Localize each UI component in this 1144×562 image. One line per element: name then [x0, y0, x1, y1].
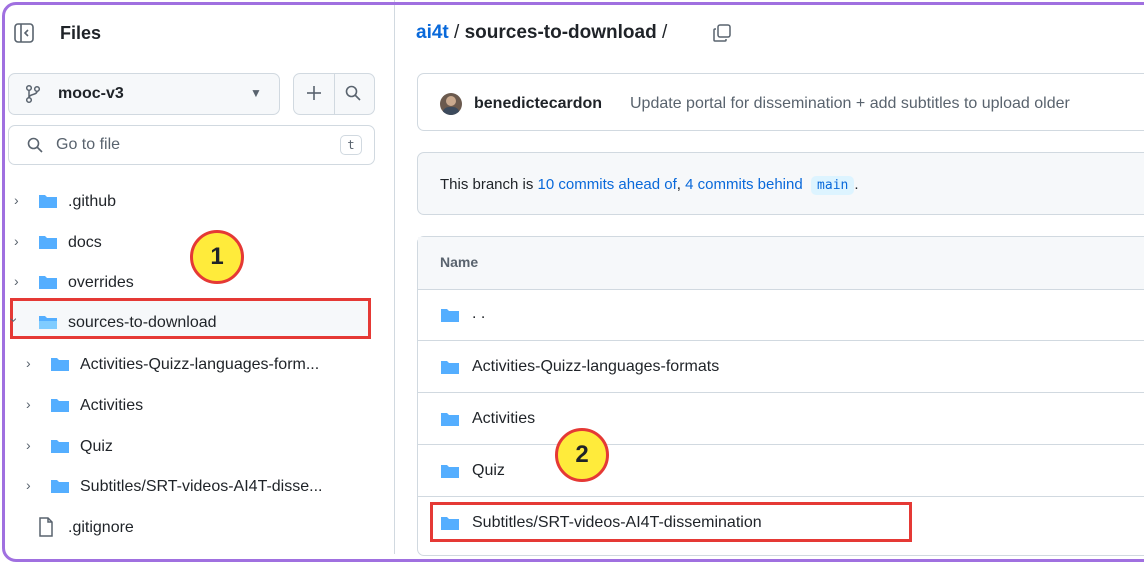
tree-item-activities[interactable]: › Activities — [20, 385, 370, 425]
chevron-right-icon: › — [14, 233, 19, 249]
sidebar-title: Files — [60, 23, 102, 43]
tree-item-label: docs — [68, 234, 102, 251]
shortcut-key: t — [340, 135, 362, 155]
commit-message[interactable]: Update portal for dissemination + add su… — [630, 95, 1070, 113]
commits-behind-link[interactable]: 4 commits behind — [685, 176, 803, 193]
folder-icon — [441, 309, 459, 322]
table-row-parent[interactable]: . . — [472, 305, 485, 323]
table-row-activities[interactable]: Activities — [472, 410, 535, 428]
branch-status-between: , — [676, 176, 686, 193]
breadcrumb: ai4t / sources-to-download / — [416, 22, 667, 44]
plus-icon[interactable] — [305, 84, 323, 102]
tree-item-label: sources-to-download — [68, 314, 217, 331]
tree-item-subtitles[interactable]: › Subtitles/SRT-videos-AI4T-disse... — [20, 466, 370, 506]
row-divider — [418, 496, 1144, 497]
tree-item-label: Activities-Quizz-languages-form... — [80, 356, 320, 373]
folder-icon — [51, 399, 69, 412]
row-divider — [418, 340, 1144, 341]
tree-item-gitignore[interactable]: .gitignore — [8, 507, 368, 547]
tree-item-activities-quizz[interactable]: › Activities-Quizz-languages-form... — [20, 344, 370, 384]
breadcrumb-trailing-separator: / — [662, 22, 668, 43]
folder-icon — [441, 465, 459, 478]
file-table-header — [418, 237, 1144, 290]
tree-item-label: Activities — [80, 397, 144, 414]
folder-icon — [39, 276, 57, 289]
tree-item-label: .gitignore — [68, 519, 134, 536]
search-icon — [27, 137, 43, 153]
folder-icon — [51, 440, 69, 453]
sidebar-divider — [394, 0, 395, 554]
chevron-right-icon: › — [14, 273, 19, 289]
chevron-down-icon: › — [6, 317, 23, 323]
chevron-right-icon: › — [26, 355, 31, 371]
go-to-file-placeholder: Go to file — [56, 136, 121, 153]
tree-item-label: Subtitles/SRT-videos-AI4T-disse... — [80, 478, 323, 495]
branch-selector[interactable] — [8, 73, 280, 115]
row-divider — [418, 392, 1144, 393]
base-branch-badge[interactable]: main — [811, 176, 855, 195]
branch-status-text: This branch is 10 commits ahead of, 4 co… — [440, 176, 859, 195]
tree-item-label: Quiz — [80, 438, 113, 455]
tree-item-label: overrides — [68, 274, 134, 291]
breadcrumb-current: sources-to-download — [464, 22, 657, 43]
branch-icon — [25, 84, 41, 104]
folder-icon — [51, 480, 69, 493]
tree-item-docs[interactable]: › docs — [8, 222, 368, 262]
tree-item-label: .github — [68, 193, 117, 210]
folder-icon — [441, 413, 459, 426]
chevron-down-icon: ▼ — [250, 86, 262, 100]
row-divider — [418, 444, 1144, 445]
chevron-right-icon: › — [26, 437, 31, 453]
folder-icon — [441, 361, 459, 374]
table-row-activities-quizz[interactable]: Activities-Quizz-languages-formats — [472, 358, 719, 376]
search-icon[interactable] — [344, 84, 362, 102]
folder-icon — [39, 236, 57, 249]
copy-path-icon[interactable] — [712, 23, 732, 43]
tree-item-sources-to-download[interactable]: › sources-to-download — [6, 302, 368, 342]
breadcrumb-separator: / — [454, 22, 460, 43]
collapse-sidebar-icon[interactable] — [13, 22, 35, 44]
tree-item-overrides[interactable]: › overrides — [8, 262, 368, 302]
annotation-callout-1: 1 — [190, 230, 244, 284]
annotation-callout-2: 2 — [555, 428, 609, 482]
branch-name: mooc-v3 — [58, 85, 124, 102]
branch-status-suffix: . — [854, 176, 859, 193]
column-header-name: Name — [440, 254, 479, 270]
breadcrumb-repo-link[interactable]: ai4t — [416, 22, 449, 43]
file-tree-sidebar: Files mooc-v3 ▼ Go to file t › .github ›… — [0, 0, 394, 554]
avatar[interactable] — [440, 93, 462, 115]
branch-status-prefix: This branch is — [440, 176, 538, 193]
chevron-right-icon: › — [26, 396, 31, 412]
annotation-highlight-box — [430, 502, 912, 542]
table-row-quiz[interactable]: Quiz — [472, 462, 505, 480]
folder-open-icon — [39, 316, 57, 329]
tree-item-github[interactable]: › .github — [8, 181, 368, 221]
chevron-right-icon: › — [26, 477, 31, 493]
commit-author[interactable]: benedictecardon — [474, 95, 602, 113]
chevron-right-icon: › — [14, 192, 19, 208]
commits-ahead-link[interactable]: 10 commits ahead of — [538, 176, 677, 193]
folder-icon — [39, 195, 57, 208]
tree-item-quiz[interactable]: › Quiz — [20, 426, 370, 466]
file-icon — [39, 517, 53, 537]
folder-icon — [51, 358, 69, 371]
